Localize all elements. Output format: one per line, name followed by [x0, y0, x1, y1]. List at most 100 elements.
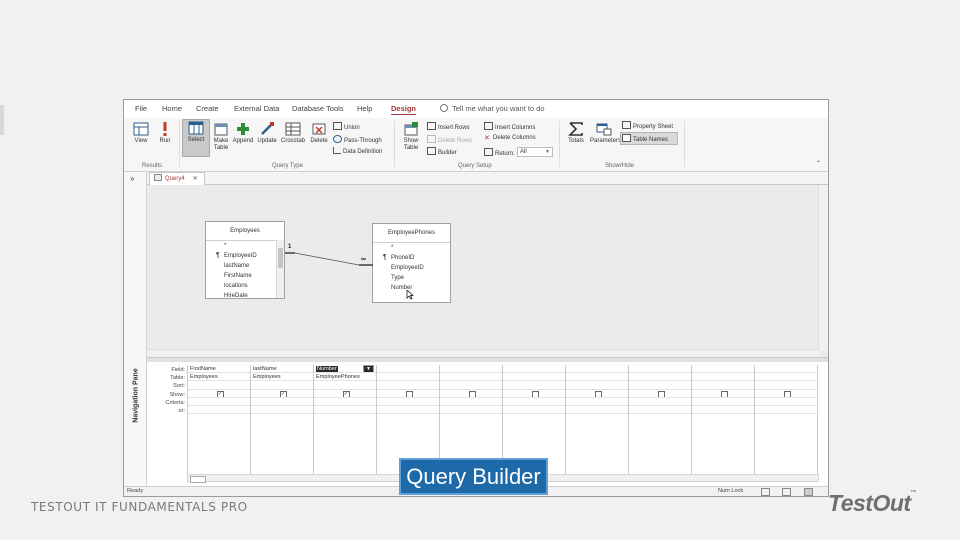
grid-field-cell[interactable]: [566, 365, 628, 374]
grid-table-cell[interactable]: [566, 373, 628, 382]
show-checkbox[interactable]: [468, 390, 476, 397]
navigation-pane-label[interactable]: Navigation Pane: [133, 366, 140, 426]
menu-help[interactable]: Help: [357, 104, 372, 113]
grid-field-cell[interactable]: [755, 365, 817, 374]
grid-show-cell[interactable]: ✓: [251, 390, 313, 398]
grid-or-cell[interactable]: [566, 406, 628, 415]
design-horizontal-scrollbar[interactable]: [147, 349, 819, 357]
chevron-down-icon[interactable]: ▼: [363, 365, 374, 373]
grid-table-cell[interactable]: [629, 373, 691, 382]
table-field[interactable]: ¶ PhoneID: [373, 253, 450, 263]
grid-show-cell[interactable]: [440, 390, 502, 398]
append-button[interactable]: Append: [230, 121, 256, 145]
table-field[interactable]: locations: [206, 281, 284, 291]
totals-button[interactable]: Totals: [563, 121, 589, 145]
data-definition-button[interactable]: Data Definition: [333, 147, 382, 155]
menu-database-tools[interactable]: Database Tools: [292, 104, 344, 113]
grid-field-cell[interactable]: [440, 365, 502, 374]
grid-show-cell[interactable]: [503, 390, 565, 398]
show-checkbox[interactable]: [783, 390, 791, 397]
grid-table-cell[interactable]: [377, 373, 439, 382]
grid-criteria-cell[interactable]: [314, 398, 376, 406]
table-title[interactable]: Employees: [206, 222, 284, 241]
grid-sort-cell[interactable]: [566, 381, 628, 390]
grid-table-cell[interactable]: [503, 373, 565, 382]
show-checkbox[interactable]: [594, 390, 602, 397]
design-vertical-scrollbar[interactable]: [818, 185, 828, 350]
menu-design[interactable]: Design: [391, 104, 417, 115]
delete-rows-button[interactable]: Delete Rows: [427, 135, 472, 144]
grid-show-cell[interactable]: [692, 390, 754, 398]
grid-sort-cell[interactable]: [755, 381, 817, 390]
grid-show-cell[interactable]: [755, 390, 817, 398]
grid-criteria-cell[interactable]: [251, 398, 313, 406]
grid-criteria-cell[interactable]: [503, 398, 565, 406]
show-checkbox[interactable]: ✓: [216, 390, 224, 397]
grid-show-cell[interactable]: [629, 390, 691, 398]
grid-table-cell[interactable]: [692, 373, 754, 382]
scrollbar-thumb[interactable]: [278, 248, 283, 268]
scrollbar[interactable]: [276, 240, 284, 298]
union-button[interactable]: Union: [333, 122, 360, 131]
grid-field-cell[interactable]: lastName: [251, 365, 313, 374]
return-select[interactable]: All ▼: [517, 147, 553, 157]
pass-through-button[interactable]: Pass-Through: [333, 135, 382, 144]
insert-columns-button[interactable]: Insert Columns: [484, 122, 535, 131]
grid-criteria-cell[interactable]: [755, 398, 817, 406]
grid-field-cell[interactable]: [377, 365, 439, 374]
grid-table-cell[interactable]: Employees: [188, 373, 250, 382]
grid-show-cell[interactable]: ✓: [188, 390, 250, 398]
employees-table[interactable]: Employees * ¶ EmployeeID lastName FirstName l…: [205, 221, 285, 299]
select-button[interactable]: Select: [182, 119, 210, 157]
grid-or-cell[interactable]: [755, 406, 817, 415]
run-button[interactable]: Run: [152, 121, 178, 145]
table-field[interactable]: EmployeeID: [373, 263, 450, 273]
show-checkbox[interactable]: [720, 390, 728, 397]
grid-sort-cell[interactable]: [692, 381, 754, 390]
grid-sort-cell[interactable]: [629, 381, 691, 390]
grid-sort-cell[interactable]: [377, 381, 439, 390]
collapse-ribbon-icon[interactable]: ⌃: [816, 160, 821, 167]
grid-criteria-cell[interactable]: [440, 398, 502, 406]
grid-sort-cell[interactable]: [188, 381, 250, 390]
grid-or-cell[interactable]: [692, 406, 754, 415]
grid-table-cell[interactable]: [440, 373, 502, 382]
scrollbar-thumb[interactable]: [190, 476, 206, 483]
show-checkbox[interactable]: ✓: [342, 390, 350, 397]
tell-me-search[interactable]: Tell me what you want to do: [440, 104, 545, 113]
grid-or-cell[interactable]: [629, 406, 691, 415]
table-field[interactable]: *: [373, 243, 450, 253]
grid-field-cell[interactable]: FirstName: [188, 365, 250, 374]
expand-nav-pane-icon[interactable]: »: [130, 174, 134, 183]
grid-criteria-cell[interactable]: [566, 398, 628, 406]
show-checkbox[interactable]: ✓: [279, 390, 287, 397]
close-icon[interactable]: ✕: [193, 176, 198, 182]
table-field[interactable]: HireDate: [206, 291, 284, 301]
grid-criteria-cell[interactable]: [188, 398, 250, 406]
grid-criteria-cell[interactable]: [629, 398, 691, 406]
table-field[interactable]: lastName: [206, 261, 284, 271]
grid-show-cell[interactable]: [566, 390, 628, 398]
grid-or-cell[interactable]: [440, 406, 502, 415]
grid-sort-cell[interactable]: [440, 381, 502, 390]
grid-table-cell[interactable]: Employees: [251, 373, 313, 382]
grid-criteria-cell[interactable]: [377, 398, 439, 406]
show-checkbox[interactable]: [657, 390, 665, 397]
grid-or-cell[interactable]: [314, 406, 376, 415]
menu-file[interactable]: File: [135, 104, 147, 113]
grid-or-cell[interactable]: [251, 406, 313, 415]
table-field[interactable]: *: [206, 241, 284, 251]
table-names-button[interactable]: Table Names: [622, 134, 668, 143]
menu-external-data[interactable]: External Data: [234, 104, 279, 113]
parameters-button[interactable]: Parameters: [590, 121, 621, 145]
delete-columns-button[interactable]: ✕ Delete Columns: [484, 135, 536, 142]
show-checkbox[interactable]: [531, 390, 539, 397]
view-button[interactable]: View: [128, 121, 154, 145]
grid-sort-cell[interactable]: [251, 381, 313, 390]
insert-rows-button[interactable]: Insert Rows: [427, 122, 470, 131]
grid-show-cell[interactable]: ✓: [314, 390, 376, 398]
crosstab-button[interactable]: Crosstab: [280, 121, 306, 145]
tab-query4[interactable]: Query4 ✕: [149, 172, 205, 185]
table-field[interactable]: FirstName: [206, 271, 284, 281]
datasheet-view-icon[interactable]: [761, 488, 770, 496]
